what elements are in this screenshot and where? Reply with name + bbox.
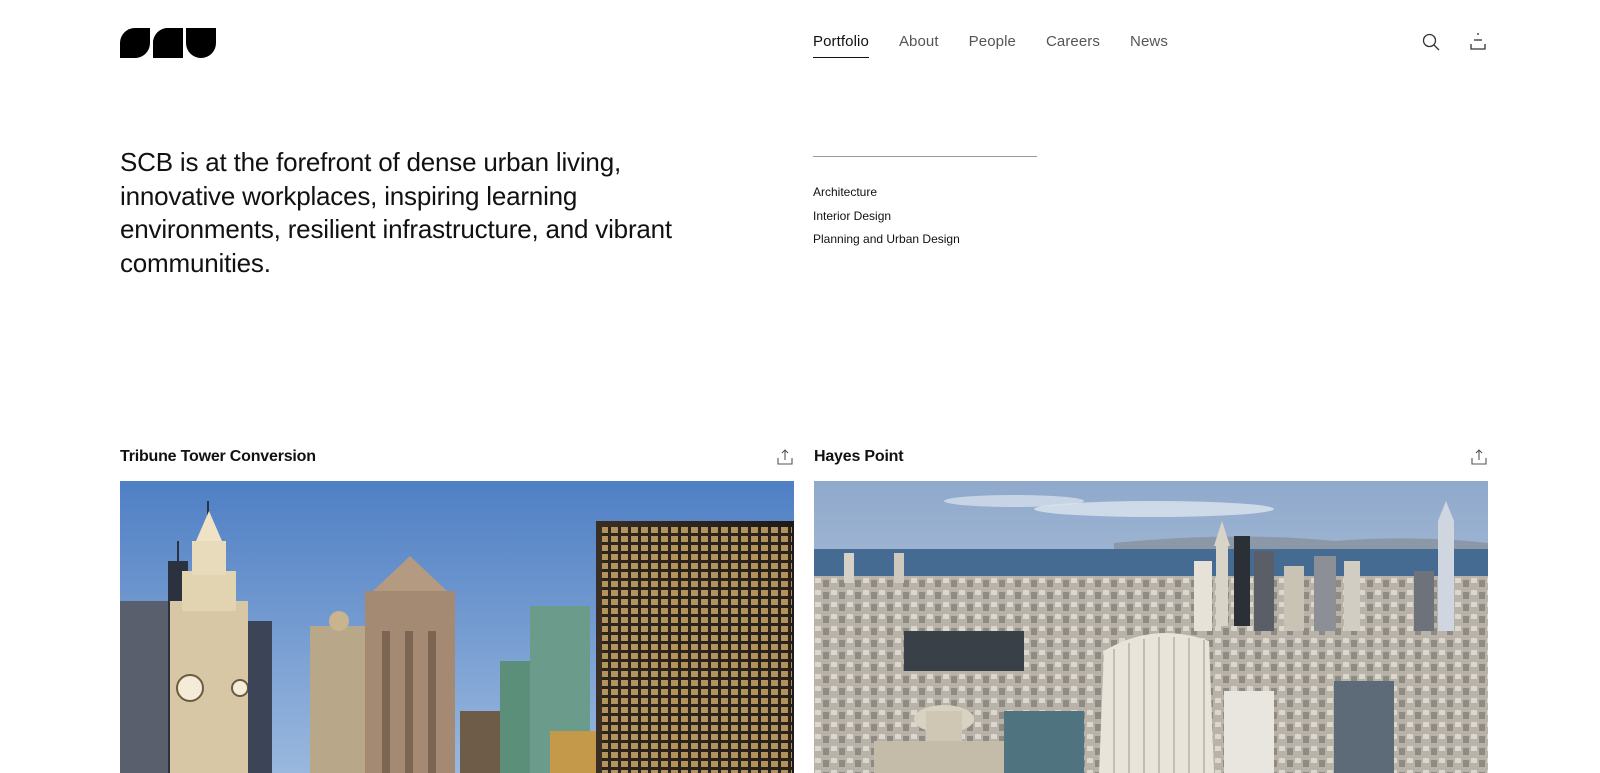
project-card: Tribune Tower Conversion xyxy=(120,446,794,773)
discipline-item: Planning and Urban Design xyxy=(813,228,960,252)
discipline-item: Architecture xyxy=(813,181,960,205)
scb-logo-icon[interactable] xyxy=(120,28,216,58)
main-nav: Portfolio About People Careers News xyxy=(813,33,1198,58)
nav-item-people[interactable]: People xyxy=(969,33,1016,58)
discipline-link-architecture[interactable]: Architecture xyxy=(813,185,877,199)
project-title[interactable]: Tribune Tower Conversion xyxy=(120,448,316,466)
nav-item-about[interactable]: About xyxy=(899,33,939,58)
project-title[interactable]: Hayes Point xyxy=(814,448,904,466)
project-card: Hayes Point xyxy=(814,446,1488,773)
share-icon[interactable] xyxy=(1470,448,1488,466)
nav-item-portfolio[interactable]: Portfolio xyxy=(813,33,869,58)
project-card-header: Hayes Point xyxy=(814,446,1488,482)
chicago-skyline-photo[interactable] xyxy=(120,481,794,773)
user-icon[interactable] xyxy=(1468,32,1488,52)
disciplines-list: Architecture Interior Design Planning an… xyxy=(813,181,960,252)
nav-item-news[interactable]: News xyxy=(1130,33,1168,58)
project-card-header: Tribune Tower Conversion xyxy=(120,446,794,482)
discipline-item: Interior Design xyxy=(813,205,960,229)
san-francisco-aerial-photo[interactable] xyxy=(814,481,1488,773)
discipline-link-planning-urban-design[interactable]: Planning and Urban Design xyxy=(813,232,960,246)
divider xyxy=(813,156,1037,157)
discipline-link-interior-design[interactable]: Interior Design xyxy=(813,209,891,223)
intro-statement: SCB is at the forefront of dense urban l… xyxy=(120,147,672,278)
share-icon[interactable] xyxy=(776,448,794,466)
nav-item-careers[interactable]: Careers xyxy=(1046,33,1100,58)
search-icon[interactable] xyxy=(1421,32,1441,52)
